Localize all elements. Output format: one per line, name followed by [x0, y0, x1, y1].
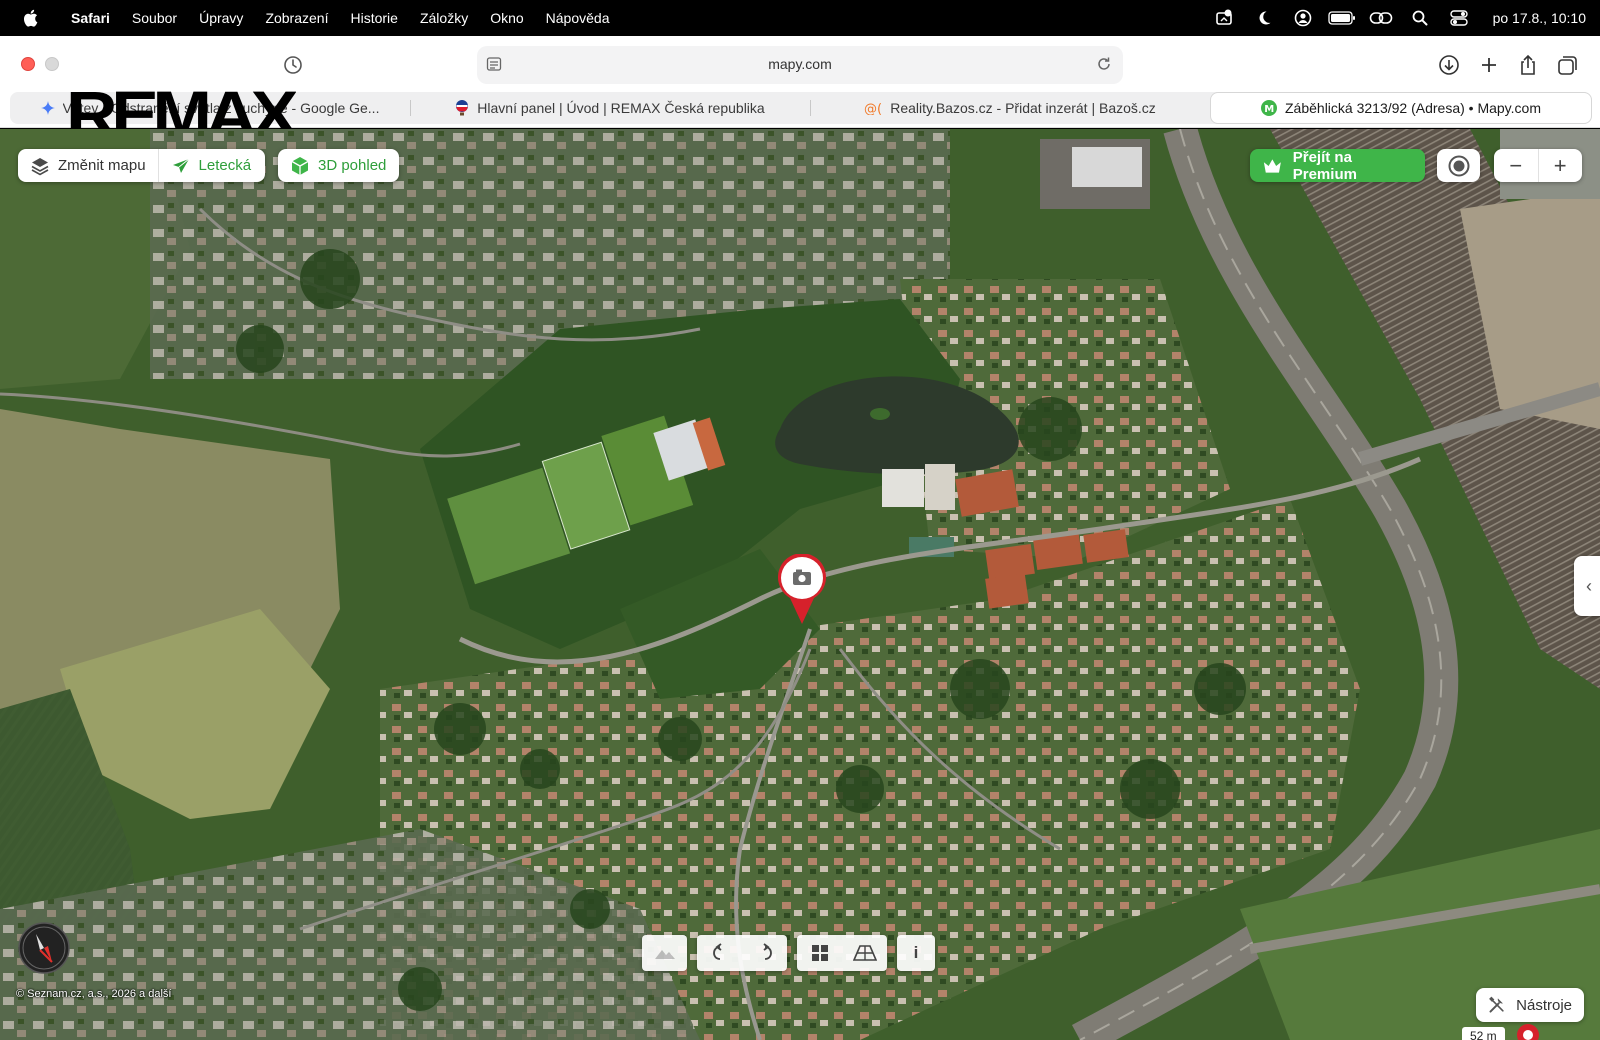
rotate-right-button[interactable] [742, 935, 787, 971]
battery-icon[interactable] [1323, 0, 1362, 36]
svg-text:M: M [1264, 104, 1274, 115]
perspective-icon [852, 945, 877, 961]
aerial-map-canvas[interactable]: Změnit mapu Letecká 3D pohled Přejít na … [0, 129, 1600, 1040]
rotate-group [697, 935, 787, 971]
tools-button[interactable]: Nástroje [1476, 988, 1584, 1022]
url-text: mapy.com [768, 56, 832, 72]
spotlight-search-icon[interactable] [1401, 0, 1440, 36]
my-location-button[interactable] [1437, 149, 1480, 182]
zoom-in-button[interactable]: + [1538, 149, 1582, 182]
remax-balloon-icon [456, 100, 469, 116]
view-3d-button[interactable]: 3D pohled [278, 149, 399, 182]
zoom-control: − + [1494, 149, 1582, 182]
side-panel-toggle[interactable]: ‹ [1574, 556, 1600, 616]
map-type-control: Změnit mapu Letecká [18, 149, 265, 182]
tab-bazos[interactable]: @( Reality.Bazos.cz - Přidat inzerát | B… [810, 92, 1210, 124]
rotate-left-icon [712, 943, 722, 960]
aerial-map-button[interactable]: Letecká [159, 149, 264, 182]
scale-marker-icon [1517, 1024, 1539, 1040]
zoom-out-button[interactable]: − [1494, 149, 1538, 182]
rotate-left-button[interactable] [697, 935, 742, 971]
menu-zobrazeni[interactable]: Zobrazení [254, 0, 339, 36]
map-view-controls: i [642, 935, 935, 971]
crown-icon [1263, 158, 1281, 173]
layers-icon [31, 157, 49, 175]
menu-zalozky[interactable]: Záložky [409, 0, 479, 36]
perspective-view-button[interactable] [842, 935, 887, 971]
history-clock-icon[interactable] [282, 54, 304, 76]
tilt-view-button[interactable] [642, 935, 687, 971]
mountain-tilt-icon [654, 950, 675, 959]
compass-icon[interactable] [18, 922, 70, 974]
info-group: i [897, 935, 935, 971]
browser-toolbar: mapy.com Větev • Odstranění světla z kuc… [0, 36, 1600, 146]
tab-remax[interactable]: Hlavní panel | Úvod | REMAX Česká republ… [410, 92, 810, 124]
svg-text:@(: @( [864, 102, 882, 115]
location-target-icon [1448, 155, 1469, 176]
menu-app-safari[interactable]: Safari [60, 0, 121, 36]
menu-soubor[interactable]: Soubor [121, 0, 188, 36]
menu-okno[interactable]: Okno [479, 0, 534, 36]
new-tab-plus-icon[interactable] [1476, 52, 1502, 78]
grid-view-button[interactable] [797, 935, 842, 971]
change-map-button[interactable]: Změnit mapu [18, 149, 158, 182]
gemini-sparkle-icon [40, 101, 55, 115]
menu-bar-status-area: po 17.8., 10:10 [1206, 0, 1586, 36]
menu-historie[interactable]: Historie [339, 0, 408, 36]
map-scale: 52 m [1462, 1027, 1505, 1040]
rotate-right-icon [762, 943, 772, 960]
linked-devices-icon[interactable] [1362, 0, 1401, 36]
map-copyright[interactable]: © Seznam.cz, a.s., 2026 a další [16, 988, 171, 1000]
macos-menu-bar: Safari Soubor Úpravy Zobrazení Historie … [0, 0, 1600, 36]
focus-moon-icon[interactable] [1245, 0, 1284, 36]
window-close-button[interactable] [21, 57, 35, 71]
tilt-group [642, 935, 687, 971]
reload-icon[interactable] [1095, 55, 1113, 78]
cube-3d-icon [291, 156, 309, 175]
tab-overview-icon[interactable] [1555, 52, 1581, 78]
user-account-icon[interactable] [1284, 0, 1323, 36]
address-bar[interactable]: mapy.com [477, 46, 1123, 84]
location-pin-marker[interactable] [776, 554, 828, 626]
info-button[interactable]: i [897, 935, 935, 971]
view-mode-group [797, 935, 887, 971]
window-minimize-button[interactable] [45, 57, 59, 71]
downloads-icon[interactable] [1436, 52, 1462, 78]
premium-button[interactable]: Přejít na Premium [1250, 149, 1425, 183]
menu-upravy[interactable]: Úpravy [188, 0, 254, 36]
apple-menu-icon[interactable] [0, 0, 60, 36]
airplane-icon [172, 158, 189, 173]
control-center-icon[interactable] [1440, 0, 1479, 36]
menu-napoveda[interactable]: Nápověda [535, 0, 621, 36]
share-icon[interactable] [1515, 52, 1541, 78]
screen-share-icon[interactable] [1206, 0, 1245, 36]
bazos-icon: @( [864, 102, 882, 115]
tab-mapy-active[interactable]: M Záběhlická 3213/92 (Adresa) • Mapy.com [1210, 92, 1592, 124]
menu-bar-clock[interactable]: po 17.8., 10:10 [1479, 10, 1586, 26]
chevron-left-icon: ‹ [1586, 575, 1592, 596]
tools-icon [1489, 996, 1504, 1013]
mapy-m-icon: M [1261, 100, 1277, 116]
grid-icon [811, 945, 828, 961]
